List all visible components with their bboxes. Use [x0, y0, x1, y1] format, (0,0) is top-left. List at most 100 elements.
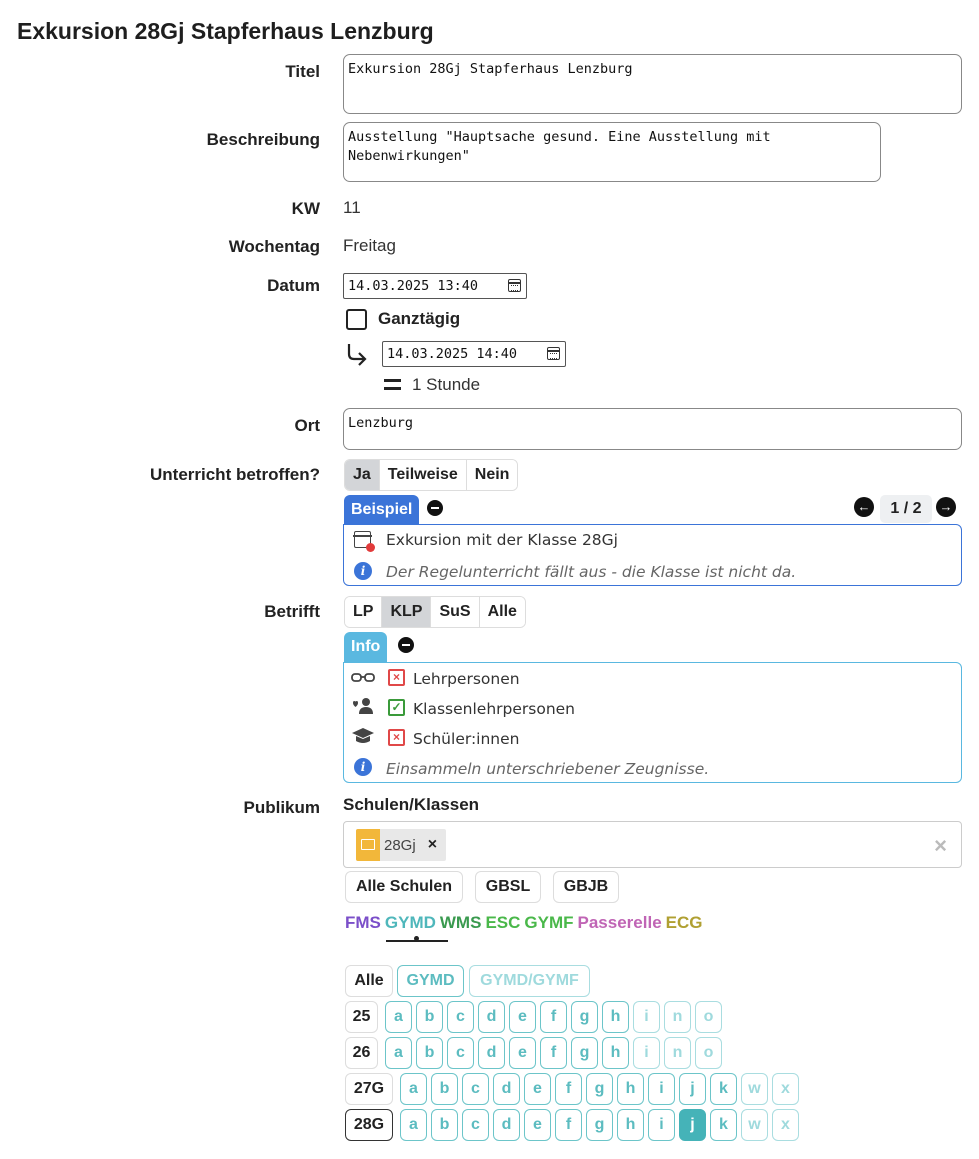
- tab-wms[interactable]: WMS: [440, 913, 482, 933]
- titel-label: Titel: [285, 62, 320, 81]
- end-datetime-input[interactable]: 14.03.2025 14:40: [382, 341, 566, 367]
- beschreibung-input[interactable]: Ausstellung "Hauptsache gesund. Eine Aus…: [343, 122, 881, 182]
- chip-remove-icon[interactable]: ×: [422, 836, 446, 854]
- start-datetime-input[interactable]: 14.03.2025 13:40: [343, 273, 527, 299]
- class-button-27gi[interactable]: i: [648, 1073, 675, 1105]
- tab-passerelle[interactable]: Passerelle: [578, 913, 662, 933]
- class-button-27gc[interactable]: c: [462, 1073, 489, 1105]
- school-button-alle[interactable]: Alle Schulen: [345, 871, 463, 903]
- tab-fms[interactable]: FMS: [345, 913, 381, 933]
- beispiel-tab[interactable]: Beispiel: [344, 495, 420, 525]
- class-button-28gg[interactable]: g: [586, 1109, 613, 1141]
- class-button-25i[interactable]: i: [633, 1001, 660, 1033]
- class-button-27gh[interactable]: h: [617, 1073, 644, 1105]
- filter-alle-button[interactable]: Alle: [345, 965, 393, 997]
- class-button-25d[interactable]: d: [478, 1001, 505, 1033]
- class-button-25c[interactable]: c: [447, 1001, 474, 1033]
- audience-select[interactable]: 28Gj × ×: [343, 821, 962, 868]
- class-button-27gw[interactable]: w: [741, 1073, 768, 1105]
- class-button-28gh[interactable]: h: [617, 1109, 644, 1141]
- class-button-25o[interactable]: o: [695, 1001, 722, 1033]
- class-button-25h[interactable]: h: [602, 1001, 629, 1033]
- class-button-25n[interactable]: n: [664, 1001, 691, 1033]
- class-button-27gg[interactable]: g: [586, 1073, 613, 1105]
- titel-input[interactable]: Exkursion 28Gj Stapferhaus Lenzburg: [343, 54, 962, 114]
- class-button-26o[interactable]: o: [695, 1037, 722, 1069]
- info-tab[interactable]: Info: [344, 632, 388, 663]
- class-button-26f[interactable]: f: [540, 1037, 567, 1069]
- class-button-28gd[interactable]: d: [493, 1109, 520, 1141]
- class-button-28gj[interactable]: j: [679, 1109, 706, 1141]
- class-button-25g[interactable]: g: [571, 1001, 598, 1033]
- unterricht-toggle[interactable]: Ja Teilweise Nein: [344, 459, 519, 491]
- class-button-27gj[interactable]: j: [679, 1073, 706, 1105]
- class-button-25b[interactable]: b: [416, 1001, 443, 1033]
- class-button-26n[interactable]: n: [664, 1037, 691, 1069]
- calendar-icon[interactable]: [508, 279, 521, 292]
- class-button-28gc[interactable]: c: [462, 1109, 489, 1141]
- class-button-26h[interactable]: h: [602, 1037, 629, 1069]
- betrifft-option-klp[interactable]: KLP: [382, 597, 432, 627]
- ganztaegig-checkbox[interactable]: [346, 309, 367, 330]
- school-button-gbjb[interactable]: GBJB: [553, 871, 619, 903]
- class-button-28gk[interactable]: k: [710, 1109, 737, 1141]
- class-button-25a[interactable]: a: [385, 1001, 412, 1033]
- class-button-26d[interactable]: d: [478, 1037, 505, 1069]
- class-button-27gk[interactable]: k: [710, 1073, 737, 1105]
- class-button-26g[interactable]: g: [571, 1037, 598, 1069]
- next-icon[interactable]: →: [936, 497, 956, 517]
- class-button-26a[interactable]: a: [385, 1037, 412, 1069]
- filter-gymd-button[interactable]: GYMD: [397, 965, 464, 997]
- ort-input[interactable]: Lenzburg: [343, 408, 962, 450]
- betrifft-label: Betrifft: [264, 602, 320, 621]
- class-button-26e[interactable]: e: [509, 1037, 536, 1069]
- filter-gymd-gymf-button[interactable]: GYMD/GYMF: [469, 965, 590, 997]
- collapse-icon[interactable]: [398, 637, 414, 653]
- betrifft-option-lp[interactable]: LP: [345, 597, 383, 627]
- previous-icon[interactable]: ←: [854, 497, 874, 517]
- class-button-28gx[interactable]: x: [772, 1109, 799, 1141]
- class-button-27ga[interactable]: a: [400, 1073, 427, 1105]
- class-button-27gd[interactable]: d: [493, 1073, 520, 1105]
- graduation-cap-icon: [352, 728, 374, 743]
- publikum-heading: Schulen/Klassen: [343, 795, 480, 814]
- class-button-25e[interactable]: e: [509, 1001, 536, 1033]
- unterricht-option-teilweise[interactable]: Teilweise: [379, 460, 467, 490]
- betrifft-option-alle[interactable]: Alle: [479, 597, 525, 627]
- betrifft-row-label: Klassenlehrpersonen: [413, 700, 576, 718]
- kw-value: 11: [343, 198, 361, 217]
- clear-icon[interactable]: ×: [934, 833, 947, 859]
- tab-gymd[interactable]: GYMD: [385, 913, 436, 933]
- class-button-28gi[interactable]: i: [648, 1109, 675, 1141]
- class-button-27gb[interactable]: b: [431, 1073, 458, 1105]
- class-button-27gx[interactable]: x: [772, 1073, 799, 1105]
- betrifft-option-sus[interactable]: SuS: [431, 597, 480, 627]
- year-button-27g[interactable]: 27G: [345, 1073, 393, 1105]
- class-button-27ge[interactable]: e: [524, 1073, 551, 1105]
- calendar-icon[interactable]: [547, 347, 560, 360]
- page-title: Exkursion 28Gj Stapferhaus Lenzburg: [17, 18, 434, 44]
- class-button-28gb[interactable]: b: [431, 1109, 458, 1141]
- tab-ecg[interactable]: ECG: [666, 913, 703, 933]
- example-text: Exkursion mit der Klasse 28Gj: [386, 531, 618, 549]
- unterricht-option-ja[interactable]: Ja: [345, 460, 380, 490]
- class-button-28gf[interactable]: f: [555, 1109, 582, 1141]
- class-button-26i[interactable]: i: [633, 1037, 660, 1069]
- audience-chip: 28Gj ×: [356, 829, 447, 861]
- betrifft-toggle[interactable]: LP KLP SuS Alle: [344, 596, 526, 628]
- tab-esc[interactable]: ESC: [485, 913, 520, 933]
- class-button-27gf[interactable]: f: [555, 1073, 582, 1105]
- year-button-25[interactable]: 25: [345, 1001, 378, 1033]
- class-button-25f[interactable]: f: [540, 1001, 567, 1033]
- unterricht-option-nein[interactable]: Nein: [466, 460, 518, 490]
- year-button-28g[interactable]: 28G: [345, 1109, 393, 1141]
- class-button-28ge[interactable]: e: [524, 1109, 551, 1141]
- tab-gymf[interactable]: GYMF: [524, 913, 573, 933]
- class-button-26b[interactable]: b: [416, 1037, 443, 1069]
- collapse-icon[interactable]: [427, 500, 443, 516]
- school-button-gbsl[interactable]: GBSL: [475, 871, 541, 903]
- class-button-26c[interactable]: c: [447, 1037, 474, 1069]
- class-button-28ga[interactable]: a: [400, 1109, 427, 1141]
- year-button-26[interactable]: 26: [345, 1037, 378, 1069]
- class-button-28gw[interactable]: w: [741, 1109, 768, 1141]
